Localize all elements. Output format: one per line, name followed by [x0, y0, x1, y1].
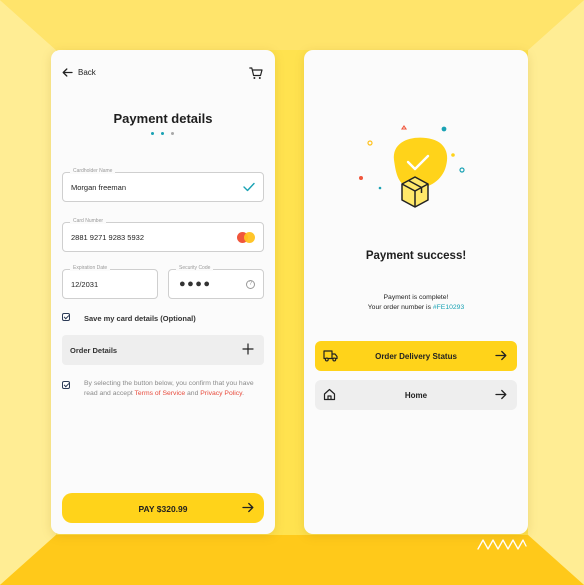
- card-number-field[interactable]: Card Number 2881 9271 9283 5932: [62, 218, 264, 252]
- home-button[interactable]: Home: [315, 380, 517, 410]
- payment-complete-text: Payment is complete!: [383, 294, 449, 301]
- back-label: Back: [78, 68, 96, 77]
- order-delivery-status-button[interactable]: Order Delivery Status: [315, 341, 517, 371]
- terms-text: By selecting the button below, you confi…: [84, 380, 254, 398]
- help-icon[interactable]: ?: [246, 280, 255, 289]
- back-button[interactable]: Back: [62, 68, 96, 77]
- expiration-date-value: 12/2031: [71, 280, 99, 289]
- card-number-value: 2881 9271 9283 5932: [71, 233, 144, 242]
- step-dot: [171, 132, 174, 135]
- order-number-line: Your order number is #FE10293: [367, 304, 465, 311]
- cart-button[interactable]: [249, 67, 263, 85]
- success-title: Payment success!: [365, 250, 467, 262]
- home-label: Home: [404, 391, 428, 400]
- pay-button[interactable]: PAY $320.99: [62, 493, 264, 523]
- page-title: Payment details: [113, 111, 213, 126]
- payment-details-screen: Back Payment details Cardholder Name Mor…: [51, 50, 275, 534]
- step-indicator: [151, 132, 174, 135]
- success-illustration: [359, 125, 465, 208]
- brand-logo: [477, 539, 527, 550]
- save-card-checkbox[interactable]: [62, 313, 70, 321]
- expiration-date-field[interactable]: Expiration Date 12/2031: [62, 265, 158, 299]
- save-card-label: Save my card details (Optional): [84, 314, 196, 323]
- cardholder-name-value: Morgan freeman: [71, 183, 127, 192]
- order-details-label: Order Details: [70, 346, 118, 355]
- back-arrow-icon: [62, 68, 73, 77]
- expiration-date-label: Expiration Date: [70, 265, 111, 271]
- terms-checkbox[interactable]: [62, 381, 70, 389]
- plus-icon: [242, 343, 254, 355]
- cardholder-name-field[interactable]: Cardholder Name Morgan freeman: [62, 168, 264, 202]
- step-dot: [151, 132, 154, 135]
- security-code-label: Security Code: [176, 265, 214, 271]
- card-number-label: Card Number: [70, 218, 107, 224]
- privacy-policy-link[interactable]: Privacy Policy: [200, 390, 242, 397]
- arrow-right-icon: [495, 350, 507, 361]
- pay-button-label: PAY $320.99: [138, 504, 188, 514]
- security-code-field[interactable]: Security Code ●●●● ?: [168, 265, 264, 299]
- package-icon: [401, 176, 429, 208]
- order-details-toggle[interactable]: Order Details: [62, 335, 264, 365]
- cart-icon: [249, 67, 263, 79]
- terms-of-service-link[interactable]: Terms of Service: [135, 390, 186, 397]
- arrow-right-icon: [495, 389, 507, 400]
- step-dot: [161, 132, 164, 135]
- order-delivery-status-label: Order Delivery Status: [375, 352, 457, 361]
- payment-success-screen: Payment success! Payment is complete! Yo…: [304, 50, 528, 534]
- arrow-right-icon: [242, 502, 254, 513]
- mastercard-icon: [237, 232, 255, 243]
- security-code-value: ●●●●: [179, 278, 212, 290]
- cardholder-name-label: Cardholder Name: [70, 168, 116, 174]
- checkmark-icon: [243, 182, 255, 192]
- order-number: #FE10293: [432, 304, 465, 311]
